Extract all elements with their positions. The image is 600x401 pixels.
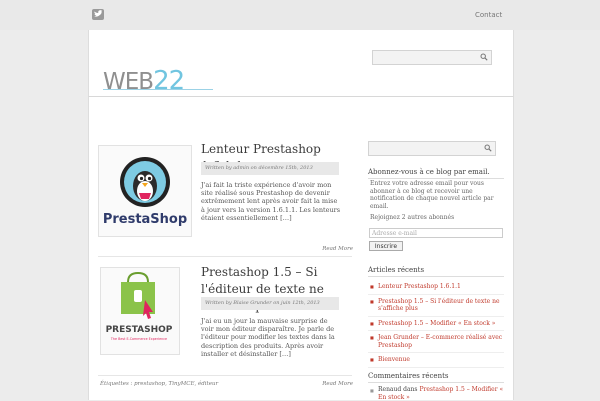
top-bar: Contact bbox=[0, 0, 600, 30]
recent-post-link[interactable]: Prestashop 1.5 – Si l'éditeur de texte n… bbox=[368, 297, 504, 317]
contact-link[interactable]: Contact bbox=[475, 11, 502, 19]
search-icon[interactable] bbox=[484, 144, 492, 152]
recent-comment: Renaud dans Prestashop 1.5 – Modifier « … bbox=[368, 386, 504, 401]
read-more-link[interactable]: Read More bbox=[322, 246, 353, 252]
read-more-link[interactable]: Read More bbox=[322, 381, 353, 387]
subscribe-description: Entrez votre adresse email pour vous abo… bbox=[370, 180, 494, 210]
prestashop-logo-text: PrestaShop bbox=[103, 212, 187, 227]
prestashop-15-logo-sub: The Best E-Commerce Experience bbox=[110, 337, 167, 341]
logo-text-22: 22 bbox=[153, 66, 185, 96]
email-input[interactable]: Adresse e-mail bbox=[369, 228, 503, 238]
post-divider bbox=[98, 375, 352, 376]
comment-author: Renaud bbox=[378, 386, 402, 393]
recent-post-link[interactable]: Lenteur Prestashop 1.6.1.1 bbox=[368, 282, 504, 295]
recent-post-link[interactable]: Bienvenue bbox=[368, 355, 504, 368]
recent-comments-title: Commentaires récents bbox=[368, 372, 504, 383]
site-logo[interactable]: WEB22 bbox=[103, 66, 185, 96]
site-header: WEB22 bbox=[88, 30, 514, 97]
post-meta: Written by admin on décembre 15th, 2013 bbox=[201, 162, 339, 175]
prestashop-logo-image: PrestaShop bbox=[103, 157, 187, 227]
prestashop-15-logo-image: PRESTASHOP The Best E-Commerce Experienc… bbox=[106, 271, 173, 341]
post-excerpt: J'ai eu un jour la mauvaise surprise de … bbox=[201, 317, 335, 358]
logo-underline bbox=[103, 89, 213, 90]
recent-post-link[interactable]: Jean Grunder – E-commerce réalisé avec P… bbox=[368, 333, 504, 353]
sidebar-search-input[interactable] bbox=[368, 141, 496, 156]
recent-post-link[interactable]: Prestashop 1.5 – Modifier « En stock » bbox=[368, 319, 504, 331]
post-tags[interactable]: Étiquettes : prestashop, TinyMCE, éditeu… bbox=[100, 381, 218, 387]
header-search-input[interactable] bbox=[372, 50, 492, 65]
subscriber-count: Rejoignez 2 autres abonnés bbox=[370, 214, 455, 221]
subscribe-button[interactable]: Inscrire bbox=[369, 241, 403, 251]
post-divider bbox=[98, 256, 352, 257]
recent-posts-list: Lenteur Prestashop 1.6.1.1 Prestashop 1.… bbox=[368, 282, 504, 370]
logo-text-web: WEB bbox=[103, 69, 154, 95]
recent-posts-title: Articles récents bbox=[368, 266, 504, 277]
search-icon[interactable] bbox=[480, 53, 488, 61]
post-meta: Written by Blaise Grunder on juin 12th, … bbox=[201, 297, 339, 310]
post-thumbnail-prestashop-1-5[interactable]: PRESTASHOP The Best E-Commerce Experienc… bbox=[100, 267, 180, 355]
subscribe-widget-title: Abonnez-vous à ce blog par email. bbox=[368, 168, 504, 179]
prestashop-15-logo-text: PRESTASHOP bbox=[106, 325, 173, 335]
twitter-icon[interactable] bbox=[92, 9, 104, 20]
post-excerpt: J'ai fait la triste expérience d'avoir m… bbox=[201, 181, 341, 222]
comment-connector: dans bbox=[403, 386, 418, 393]
post-thumbnail-prestashop[interactable]: PrestaShop bbox=[98, 145, 192, 237]
